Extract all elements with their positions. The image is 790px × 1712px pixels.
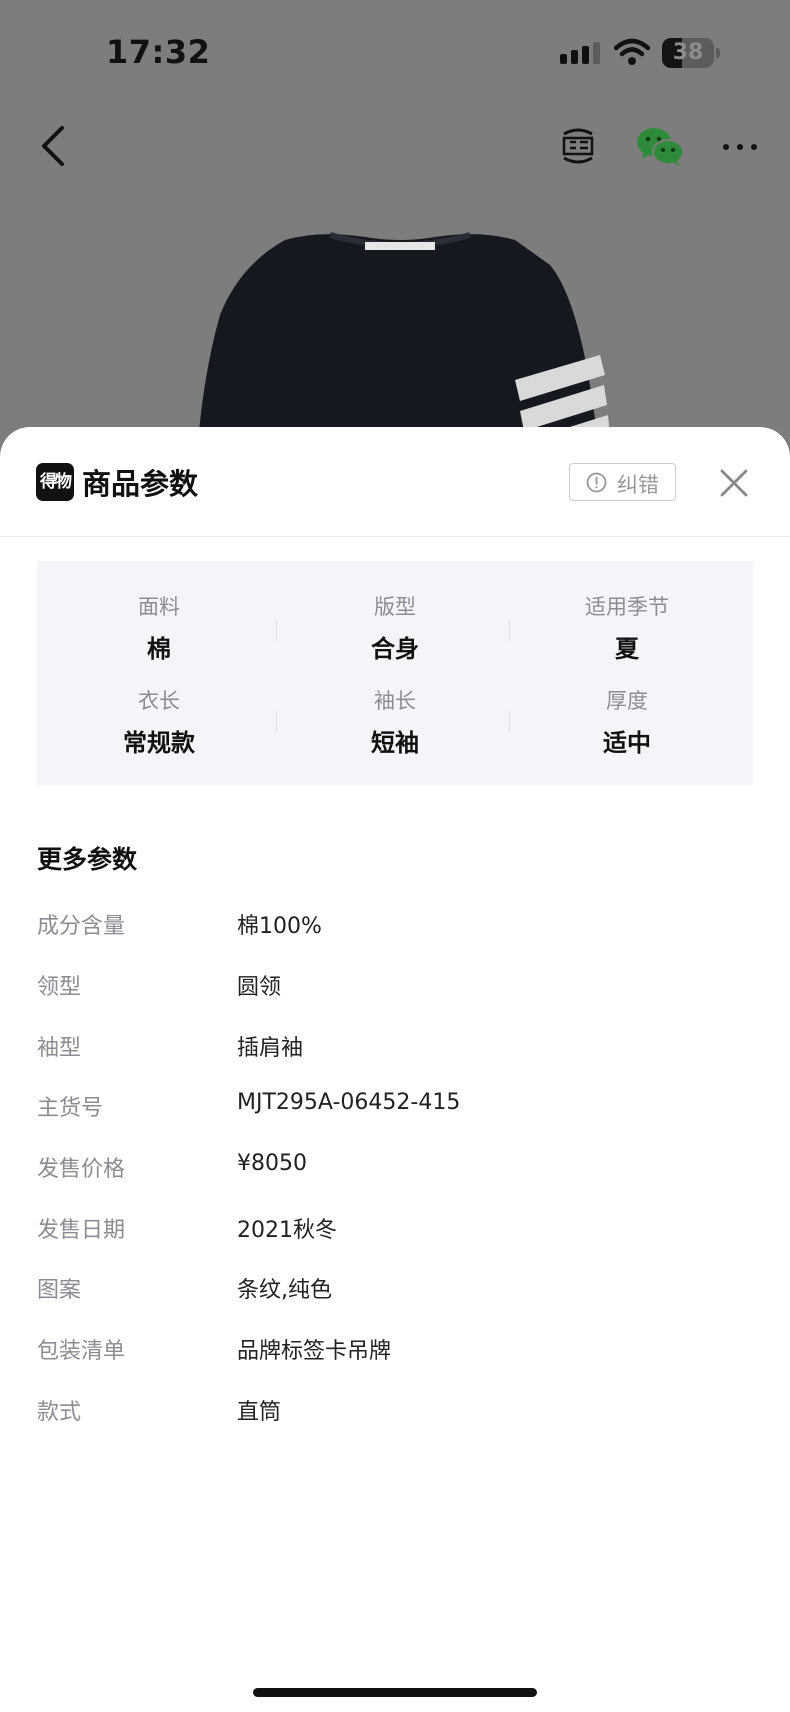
home-indicator[interactable] <box>253 1688 537 1697</box>
spec-row: 款式 直筒 <box>37 1394 753 1434</box>
param-label: 袖长 <box>374 689 416 713</box>
cellular-signal-icon <box>560 42 600 64</box>
param-value: 合身 <box>371 635 419 663</box>
column-divider <box>276 711 277 733</box>
column-divider <box>509 711 510 733</box>
sheet-header: 得物 商品参数 纠错 <box>0 427 790 537</box>
column-divider <box>509 619 510 641</box>
spec-value: 2021秋冬 <box>237 1218 337 1243</box>
brand-logo: 得物 <box>36 463 74 501</box>
spec-row: 主货号 MJT295A-06452-415 <box>37 1090 753 1130</box>
param-label: 厚度 <box>606 689 648 713</box>
param-value: 夏 <box>615 635 639 663</box>
chevron-left-icon[interactable] <box>36 124 70 168</box>
param-value: 短袖 <box>371 729 419 757</box>
spec-value: 品牌标签卡吊牌 <box>237 1339 392 1364</box>
spec-value: 直筒 <box>237 1400 282 1425</box>
spec-key: 包装清单 <box>37 1339 126 1364</box>
param-value: 棉 <box>147 635 171 663</box>
param-label: 面料 <box>138 595 180 619</box>
spec-row: 领型 圆领 <box>37 969 753 1009</box>
sheet-title: 商品参数 <box>82 467 199 501</box>
spec-value: ¥8050 <box>237 1151 307 1176</box>
ellipsis-icon[interactable] <box>720 132 760 162</box>
spec-row: 成分含量 棉100% <box>37 908 753 948</box>
spec-row: 发售价格 ¥8050 <box>37 1151 753 1191</box>
param-cell: 适用季节 夏 <box>511 577 743 671</box>
battery-percent: 38 <box>672 40 704 65</box>
param-label: 衣长 <box>138 689 180 713</box>
product-page-background: 17:32 38 <box>0 0 790 470</box>
report-error-button[interactable]: 纠错 <box>569 463 676 501</box>
top-nav <box>0 110 790 190</box>
status-bar: 17:32 38 <box>0 0 790 100</box>
param-label: 版型 <box>374 595 416 619</box>
spec-value: 条纹,纯色 <box>237 1278 332 1303</box>
resell-icon[interactable] <box>558 126 598 166</box>
param-value: 常规款 <box>123 729 195 757</box>
param-value: 适中 <box>603 729 651 757</box>
param-cell: 面料 棉 <box>43 577 275 671</box>
spec-row: 图案 条纹,纯色 <box>37 1272 753 1312</box>
param-cell: 袖长 短袖 <box>279 671 511 765</box>
param-cell: 版型 合身 <box>279 577 511 671</box>
key-params-card: 面料 棉 版型 合身 适用季节 夏 衣长 常规款 袖长 短袖 厚度 适中 <box>37 561 753 785</box>
more-params-title: 更多参数 <box>37 845 138 874</box>
spec-value: 插肩袖 <box>237 1036 304 1061</box>
spec-row: 发售日期 2021秋冬 <box>37 1212 753 1252</box>
spec-value: MJT295A-06452-415 <box>237 1090 461 1115</box>
spec-value: 圆领 <box>237 975 282 1000</box>
spec-key: 图案 <box>37 1278 82 1303</box>
wechat-icon[interactable] <box>636 126 684 168</box>
param-cell: 衣长 常规款 <box>43 671 275 765</box>
battery-indicator: 38 <box>662 38 720 68</box>
spec-row: 袖型 插肩袖 <box>37 1030 753 1070</box>
spec-key: 领型 <box>37 975 82 1000</box>
spec-value: 棉100% <box>237 914 322 939</box>
spec-row: 包装清单 品牌标签卡吊牌 <box>37 1333 753 1373</box>
alert-circle-icon <box>586 472 607 493</box>
spec-key: 主货号 <box>37 1096 104 1121</box>
spec-key: 成分含量 <box>37 914 126 939</box>
param-cell: 厚度 适中 <box>511 671 743 765</box>
close-icon[interactable] <box>718 467 750 499</box>
spec-key: 发售日期 <box>37 1218 126 1243</box>
spec-key: 发售价格 <box>37 1157 126 1182</box>
report-error-label: 纠错 <box>617 473 659 497</box>
product-params-sheet: 得物 商品参数 纠错 面料 棉 版型 合身 适用季节 夏 衣长 常规款 袖长 短… <box>0 427 790 1712</box>
spec-key: 袖型 <box>37 1036 82 1061</box>
wifi-icon <box>614 38 650 65</box>
spec-key: 款式 <box>37 1400 82 1425</box>
param-label: 适用季节 <box>585 595 669 619</box>
status-time: 17:32 <box>106 33 211 71</box>
column-divider <box>276 619 277 641</box>
